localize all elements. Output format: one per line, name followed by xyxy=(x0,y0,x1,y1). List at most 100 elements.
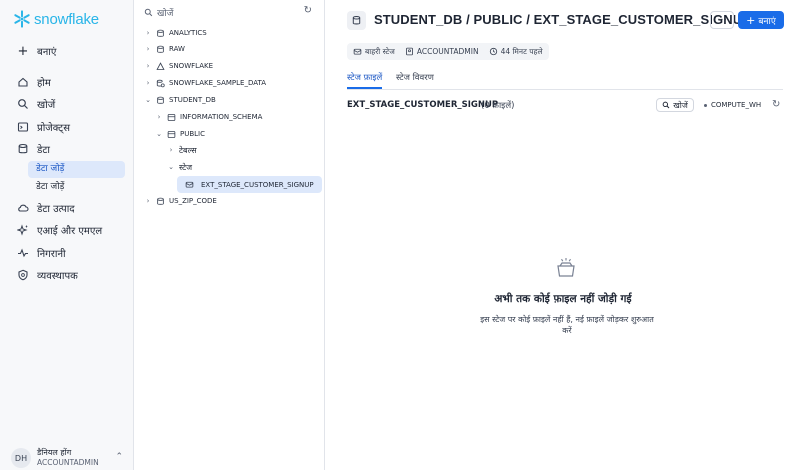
refresh-icon[interactable]: ↻ xyxy=(772,99,780,110)
user-name: डैनियल होंग xyxy=(37,448,72,457)
shared-database-icon xyxy=(156,61,165,70)
schema-icon xyxy=(167,113,176,121)
app-window: snowflake + बनाएं होम खोजें प्रोजेक्ट्स … xyxy=(0,0,800,470)
database-icon xyxy=(18,143,28,154)
tree-item-student-db[interactable]: ⌄ STUDENT_DB xyxy=(144,92,216,108)
sparkle-icon xyxy=(17,224,28,236)
tree-item-stages[interactable]: ⌄ स्टेज xyxy=(167,159,192,175)
user-role: ACCOUNTADMIN xyxy=(37,458,99,467)
chevron-down-icon: ⌄ xyxy=(168,163,174,171)
stage-icon xyxy=(185,181,194,188)
chevron-right-icon: › xyxy=(169,146,173,154)
time-badge: 44 मिनट पहले xyxy=(489,47,543,57)
tree-item-tables[interactable]: › टेबल्स xyxy=(167,142,197,158)
nav-subitem-add-data-active[interactable]: डेटा जोड़ें xyxy=(28,161,125,178)
left-navigation: snowflake + बनाएं होम खोजें प्रोजेक्ट्स … xyxy=(0,0,134,470)
tree-item-information-schema[interactable]: › INFORMATION_SCHEMA xyxy=(155,109,263,125)
owner-badge: ACCOUNTADMIN xyxy=(405,47,479,56)
tree-label: RAW xyxy=(169,45,185,53)
stage-type-text: बाहरी स्टेज xyxy=(365,46,395,56)
create-button[interactable]: + बनाएं xyxy=(738,11,784,29)
nav-label-data: डेटा xyxy=(37,145,50,156)
tree-label: US_ZIP_CODE xyxy=(169,197,217,205)
create-button-label: बनाएं xyxy=(758,16,776,27)
tree-item-raw[interactable]: › RAW xyxy=(144,41,185,57)
create-label: बनाएं xyxy=(37,47,57,58)
nav-label-data-products: डेटा उत्पाद xyxy=(37,204,75,215)
nav-item-admin[interactable]: व्यवस्थापक xyxy=(17,267,78,283)
plus-icon: + xyxy=(746,13,756,27)
chevron-down-icon: ⌄ xyxy=(156,130,162,138)
chevron-down-icon: ⌄ xyxy=(145,96,151,104)
search-files-button[interactable]: खोजें xyxy=(656,98,694,112)
page-title: STUDENT_DB / PUBLIC / EXT_STAGE_CUSTOMER… xyxy=(374,12,751,27)
main-panel: STUDENT_DB / PUBLIC / EXT_STAGE_CUSTOMER… xyxy=(326,0,800,470)
search-icon xyxy=(18,99,28,109)
nav-item-home[interactable]: होम xyxy=(17,74,51,90)
tree-label: STUDENT_DB xyxy=(169,96,216,104)
tree-label: PUBLIC xyxy=(180,130,205,138)
logo-text: snowflake xyxy=(34,10,99,28)
schema-icon xyxy=(167,130,176,138)
snowflake-logo[interactable]: snowflake xyxy=(13,10,99,28)
nav-item-projects[interactable]: प्रोजेक्ट्स xyxy=(17,119,70,135)
external-stage-icon xyxy=(353,48,362,55)
tab-stage-files[interactable]: स्टेज फ़ाइलें xyxy=(347,72,383,89)
nav-label-search: खोजें xyxy=(37,100,56,111)
tree-label: टेबल्स xyxy=(179,145,197,155)
tab-bar: स्टेज फ़ाइलें स्टेज विवरण xyxy=(347,70,783,90)
tree-item-public[interactable]: ⌄ PUBLIC xyxy=(155,126,205,142)
tree-label: EXT_STAGE_CUSTOMER_SIGNUP xyxy=(201,180,314,189)
user-menu[interactable]: DH डैनियल होंग ACCOUNTADMIN ⌃ xyxy=(11,448,126,468)
chevron-right-icon: › xyxy=(146,62,150,70)
tree-label: स्टेज xyxy=(179,162,193,172)
more-options-button[interactable]: ··· xyxy=(710,11,734,29)
nav-item-monitoring[interactable]: निगरानी xyxy=(17,245,66,261)
tree-item-snowflake-sample-data[interactable]: › SNOWFLAKE_SAMPLE_DATA xyxy=(144,75,266,91)
warehouse-name: COMPUTE_WH xyxy=(711,101,762,109)
nav-item-ai-ml[interactable]: एआई और एमएल xyxy=(17,222,102,238)
object-explorer: खोजें ↻ › ANALYTICS › RAW › SNOWFLAKE › … xyxy=(135,0,325,470)
chevron-right-icon: › xyxy=(157,113,161,121)
tree-item-ext-stage-customer-signup[interactable]: EXT_STAGE_CUSTOMER_SIGNUP xyxy=(177,176,322,193)
time-text: 44 मिनट पहले xyxy=(500,46,543,56)
create-nav-button[interactable]: + बनाएं xyxy=(17,43,57,59)
tree-label: SNOWFLAKE_SAMPLE_DATA xyxy=(169,79,266,87)
activity-icon xyxy=(18,248,28,258)
stage-type-badge: बाहरी स्टेज xyxy=(353,47,395,57)
projects-icon xyxy=(17,122,29,132)
database-icon xyxy=(157,197,164,205)
tree-label: SNOWFLAKE xyxy=(169,62,213,70)
database-icon xyxy=(157,45,164,53)
empty-state-title: अभी तक कोई फ़ाइल नहीं जोड़ी गई xyxy=(494,293,632,305)
database-icon xyxy=(157,96,164,104)
stage-name-heading: EXT_STAGE_CUSTOMER_SIGNUP xyxy=(347,100,499,110)
owner-text: ACCOUNTADMIN xyxy=(416,47,479,56)
tree-label: ANALYTICS xyxy=(169,29,207,37)
explorer-search-input[interactable]: खोजें xyxy=(144,4,316,20)
chevron-right-icon: › xyxy=(146,29,150,37)
search-icon xyxy=(662,101,670,109)
nav-label-projects: प्रोजेक्ट्स xyxy=(37,123,70,134)
chevron-right-icon: › xyxy=(146,79,150,87)
chevron-up-icon: ⌃ xyxy=(115,452,123,462)
tree-item-us-zip-code[interactable]: › US_ZIP_CODE xyxy=(144,193,217,209)
nav-item-search[interactable]: खोजें xyxy=(17,96,55,112)
snowflake-logo-icon xyxy=(14,10,30,28)
tree-item-snowflake[interactable]: › SNOWFLAKE xyxy=(144,58,213,74)
tree-item-analytics[interactable]: › ANALYTICS xyxy=(144,25,207,41)
refresh-icon[interactable]: ↻ xyxy=(304,5,312,16)
search-icon xyxy=(144,8,153,16)
nav-label-home: होम xyxy=(37,78,51,89)
clock-icon xyxy=(489,47,497,56)
warehouse-status-dot xyxy=(704,103,707,107)
tab-stage-details[interactable]: स्टेज विवरण xyxy=(396,72,434,89)
explorer-search-placeholder: खोजें xyxy=(157,8,174,19)
nav-subitem-add-data[interactable]: डेटा जोड़ें xyxy=(28,179,125,196)
nav-item-data-products[interactable]: डेटा उत्पाद xyxy=(17,200,75,216)
stage-title-icon xyxy=(347,11,366,30)
tree-label: INFORMATION_SCHEMA xyxy=(180,113,263,121)
warehouse-selector[interactable]: COMPUTE_WH xyxy=(704,101,761,109)
nav-item-data[interactable]: डेटा xyxy=(17,141,50,157)
empty-state-description: इस स्टेज पर कोई फ़ाइलें नहीं हैं, नई फ़ा… xyxy=(480,315,654,335)
